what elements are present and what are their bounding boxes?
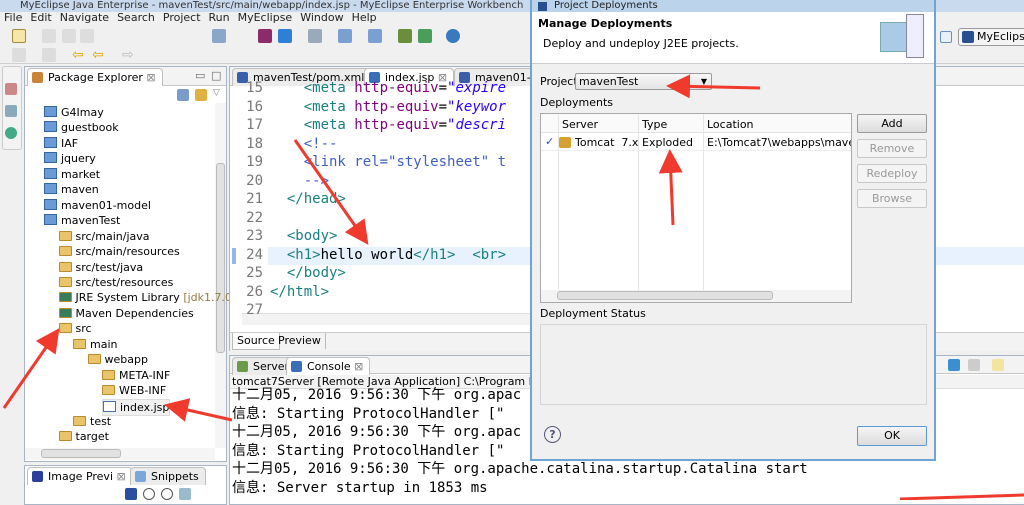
column-header-server[interactable]: Server (562, 118, 598, 131)
column-header-location[interactable]: Location (707, 118, 754, 131)
window-title: MyEclipse Java Enterprise - mavenTest/sr… (20, 0, 524, 11)
deployment-status-label: Deployment Status (540, 307, 646, 320)
myeclipse-icon (962, 31, 974, 43)
redeploy-button[interactable]: Redeploy (857, 164, 927, 183)
perspective-label: MyEclipse J (977, 30, 1024, 43)
help-icon[interactable]: ? (544, 426, 561, 443)
perspective-myeclipse-button[interactable]: MyEclipse J (958, 28, 1024, 46)
console-line: 十二月05, 2016 9:56:30 下午 org.apac (232, 387, 522, 403)
project-select[interactable]: mavenTest ▼ (575, 73, 712, 90)
browse-button[interactable]: Browse (857, 189, 927, 208)
console-line: 信息: Starting ProtocolHandler [" (232, 405, 505, 422)
deployment-status-textarea[interactable] (540, 324, 927, 405)
console-line: 信息: Server startup in 1853 ms (232, 480, 488, 496)
table-horizontal-scrollbar[interactable] (541, 290, 851, 302)
open-perspective-icon[interactable] (940, 31, 952, 43)
dialog-title-bar: Project Deployments (532, 0, 934, 12)
ok-button[interactable]: OK (857, 426, 927, 446)
dialog-title: Project Deployments (554, 0, 658, 11)
project-label: Project (540, 75, 578, 88)
console-line: 信息: Starting ProtocolHandler [" (232, 442, 505, 459)
dialog-banner: Manage Deployments Deploy and undeploy J… (532, 12, 934, 64)
check-icon[interactable]: ✓ (545, 135, 554, 148)
remove-button[interactable]: Remove (857, 139, 927, 158)
server-graphic-icon (906, 14, 924, 58)
row-server: Tomcat 7.x (575, 136, 639, 149)
dialog-heading: Manage Deployments (538, 17, 673, 30)
project-select-value: mavenTest (579, 75, 639, 88)
tomcat-icon (559, 137, 571, 148)
add-button[interactable]: Add (857, 114, 927, 133)
dialog-description: Deploy and undeploy J2EE projects. (543, 37, 739, 50)
row-type: Exploded (642, 136, 693, 149)
dialog-app-icon (538, 2, 547, 11)
console-line: 十二月05, 2016 9:56:30 下午 org.apache.catali… (232, 461, 808, 478)
deployments-table: Server Type Location ✓ Tomcat 7.x Explod… (540, 113, 852, 303)
project-deployments-dialog: Project Deployments Manage Deployments D… (530, 0, 936, 461)
console-line: 十二月05, 2016 9:56:30 下午 org.apac (232, 424, 522, 441)
row-location: E:\Tomcat7\webapps\mavenTes (707, 136, 851, 149)
deployments-label: Deployments (540, 96, 614, 109)
chevron-down-icon: ▼ (700, 77, 707, 86)
table-row[interactable]: ✓ Tomcat 7.x Exploded E:\Tomcat7\webapps… (541, 134, 851, 151)
column-header-type[interactable]: Type (642, 118, 667, 131)
